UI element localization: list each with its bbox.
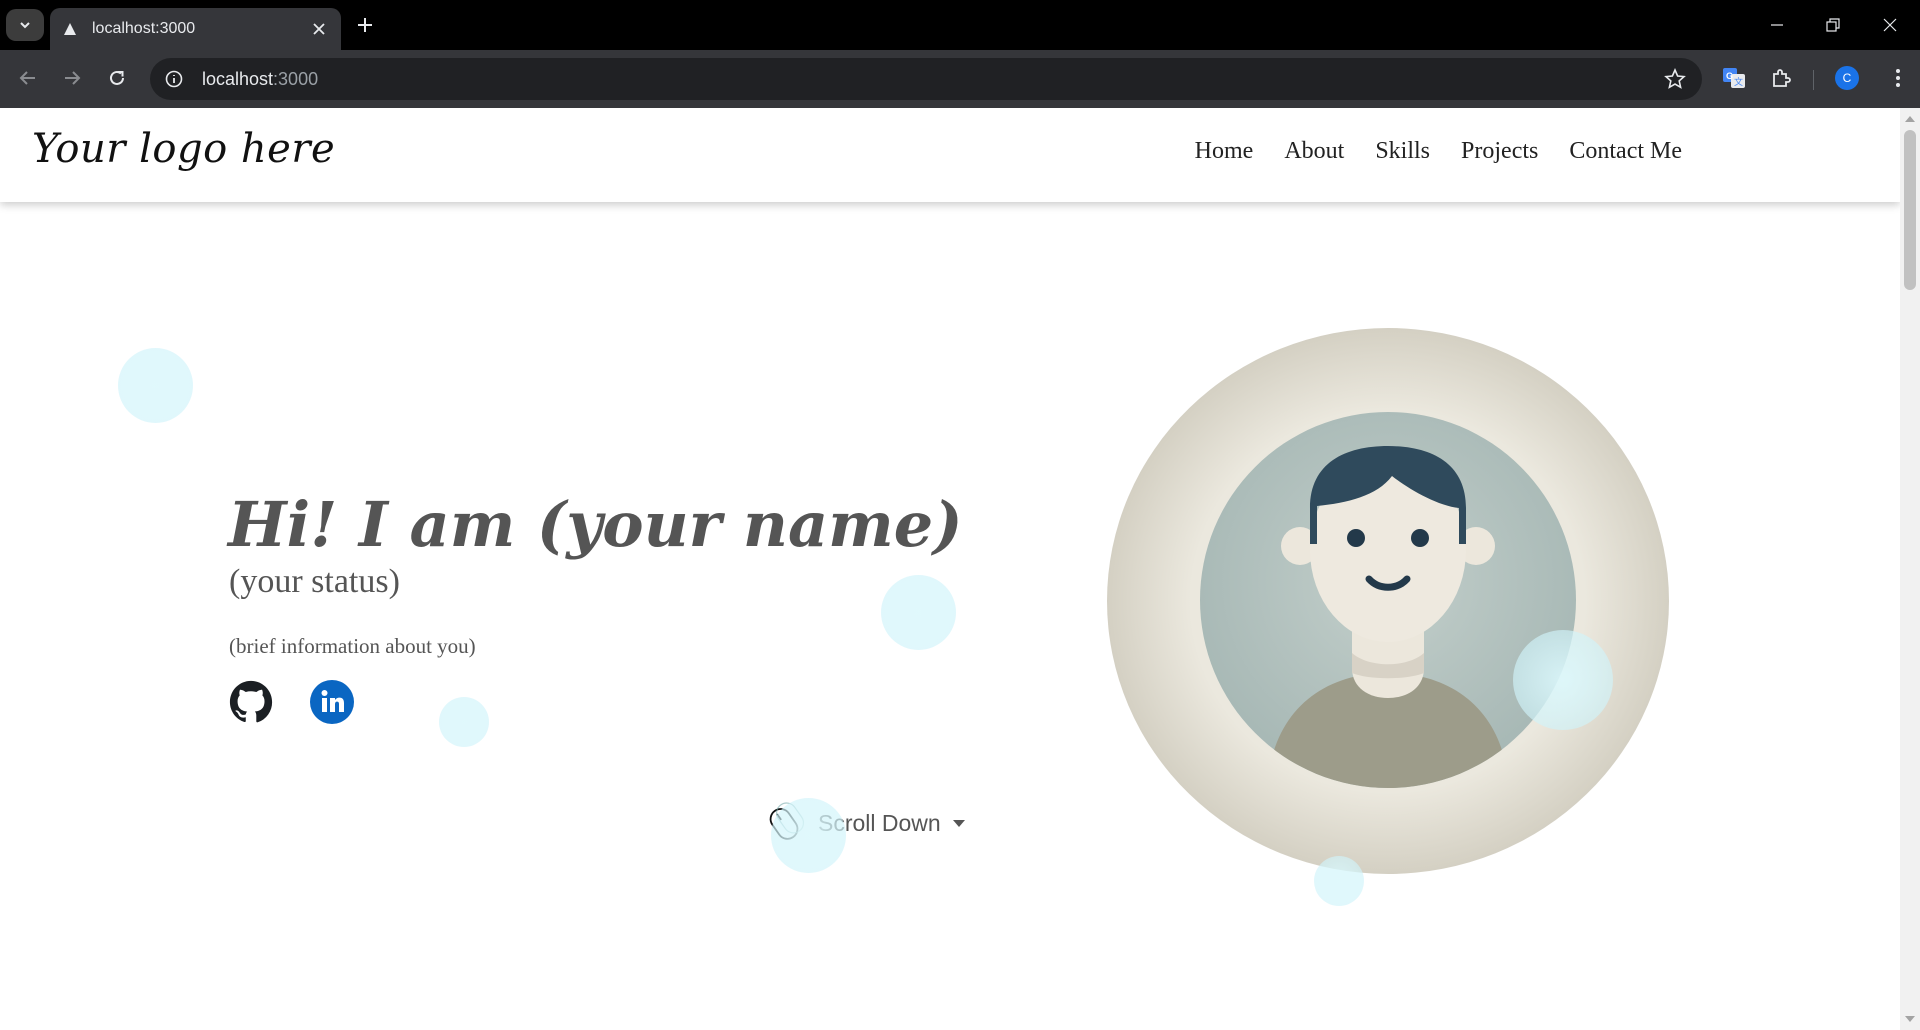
nav-about[interactable]: About [1284, 138, 1344, 165]
menu-button[interactable] [1882, 62, 1914, 94]
tab-strip: localhost:3000 [0, 0, 1920, 50]
svg-text:G: G [1726, 71, 1733, 81]
minimize-button[interactable] [1749, 0, 1805, 50]
plus-icon [358, 18, 372, 32]
bubble-decoration [881, 575, 956, 650]
more-vertical-icon [1896, 69, 1900, 87]
url-port: :3000 [273, 68, 319, 89]
nav-home[interactable]: Home [1195, 138, 1254, 165]
minimize-icon [1771, 24, 1783, 26]
new-tab-button[interactable] [350, 10, 380, 40]
scrollbar-thumb[interactable] [1904, 130, 1916, 290]
arrow-right-icon [65, 71, 81, 85]
scroll-up-arrow-icon[interactable] [1905, 116, 1915, 122]
forward-button[interactable] [54, 60, 90, 96]
main-nav: Home About Skills Projects Contact Me [1195, 138, 1682, 165]
site-info-icon[interactable] [164, 69, 184, 89]
hero-title: Hi! I am (your name) [228, 488, 963, 561]
hero-brief: (brief information about you) [229, 634, 476, 658]
bubble-decoration [118, 348, 193, 423]
avatar-illustration [1107, 328, 1669, 874]
chevron-down-icon [20, 22, 30, 29]
nav-skills[interactable]: Skills [1375, 138, 1430, 165]
translate-extension-button[interactable]: G文 [1718, 62, 1750, 94]
browser-toolbar: localhost:3000 G文 [0, 50, 1920, 108]
extensions-button[interactable] [1765, 62, 1797, 94]
toolbar-separator [1813, 70, 1814, 90]
scroll-down-label: Scroll Down [818, 809, 941, 836]
bubble-decoration [439, 697, 489, 747]
puzzle-icon [1773, 69, 1791, 87]
caret-down-icon [952, 819, 965, 827]
url-text: localhost:3000 [202, 69, 318, 90]
linkedin-icon [310, 680, 354, 724]
site-header: Your logo here Home About Skills Project… [0, 108, 1900, 202]
profile-avatar[interactable]: C [1835, 66, 1859, 90]
mouse-icon [769, 802, 805, 840]
google-translate-icon: G文 [1723, 68, 1745, 88]
address-bar[interactable]: localhost:3000 [150, 58, 1702, 100]
url-host: localhost [202, 68, 274, 89]
site-logo[interactable]: Your logo here [32, 126, 335, 172]
linkedin-link[interactable] [310, 680, 354, 724]
page-scrollbar[interactable] [1900, 108, 1920, 1030]
triangle-favicon-icon [62, 21, 78, 37]
restore-icon [1826, 18, 1840, 32]
close-tab-icon[interactable] [309, 19, 329, 39]
close-icon [1883, 18, 1897, 32]
scroll-down-arrow-icon[interactable] [1905, 1016, 1915, 1022]
svg-text:文: 文 [1734, 76, 1743, 87]
back-button[interactable] [10, 60, 46, 96]
reload-button[interactable] [99, 60, 135, 96]
hero-status: (your status) [229, 563, 400, 600]
reload-icon [110, 70, 124, 85]
arrow-left-icon [19, 71, 35, 85]
close-window-button[interactable] [1862, 0, 1918, 50]
nav-contact-me[interactable]: Contact Me [1569, 138, 1682, 165]
bookmark-star-icon[interactable] [1664, 68, 1686, 90]
page-viewport: Your logo here Home About Skills Project… [0, 108, 1900, 1030]
nav-projects[interactable]: Projects [1461, 138, 1538, 165]
scroll-down-link[interactable]: Scroll Down [758, 795, 965, 851]
github-icon [229, 680, 273, 723]
github-link[interactable] [229, 680, 273, 724]
tab-search-button[interactable] [6, 9, 44, 41]
tab-title: localhost:3000 [92, 20, 196, 37]
restore-button[interactable] [1805, 0, 1861, 50]
browser-tab[interactable]: localhost:3000 [50, 8, 341, 50]
